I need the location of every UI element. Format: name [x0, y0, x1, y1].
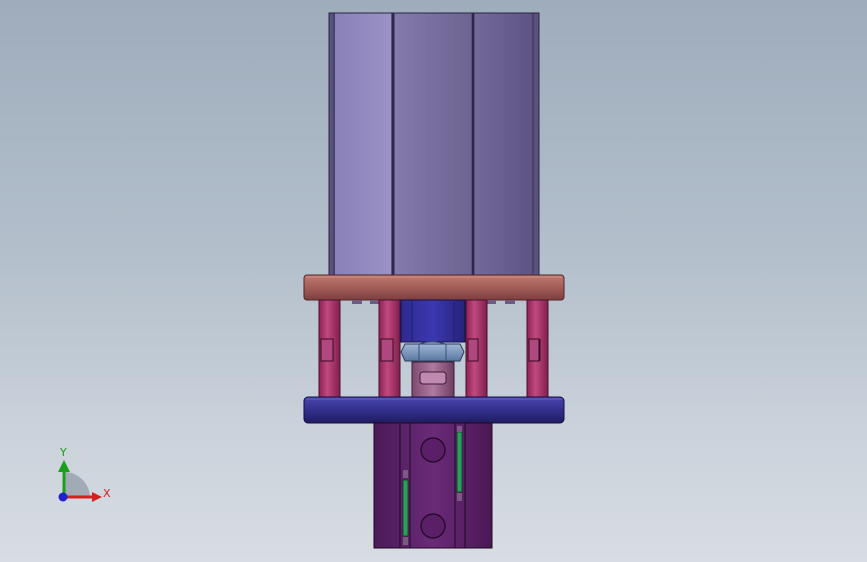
top-flange-plate[interactable]	[303, 274, 565, 301]
sensor-strip-left[interactable]	[402, 470, 409, 545]
graphics-viewport[interactable]: Y X	[0, 0, 867, 562]
piston-rod[interactable]	[411, 361, 455, 398]
guide-post-2[interactable]	[378, 299, 401, 398]
rod-connector-block[interactable]	[400, 299, 466, 343]
sensor-strip-right[interactable]	[456, 426, 463, 501]
hex-nut[interactable]	[400, 341, 465, 364]
y-axis-label: Y	[59, 446, 67, 459]
lower-housing[interactable]	[373, 422, 493, 549]
model-view[interactable]: Y X	[0, 0, 867, 562]
x-arrow-icon	[92, 492, 102, 502]
triad-arc-icon	[64, 472, 90, 497]
x-axis-label: X	[103, 487, 111, 500]
y-arrow-icon	[58, 460, 70, 472]
guide-post-3[interactable]	[465, 299, 488, 398]
reference-triad: Y X	[58, 446, 111, 502]
cylinder-body[interactable]	[328, 12, 540, 276]
guide-post-4[interactable]	[526, 299, 549, 398]
bottom-plate[interactable]	[303, 396, 565, 424]
z-axis-icon	[58, 492, 68, 502]
guide-post-1[interactable]	[318, 299, 341, 398]
